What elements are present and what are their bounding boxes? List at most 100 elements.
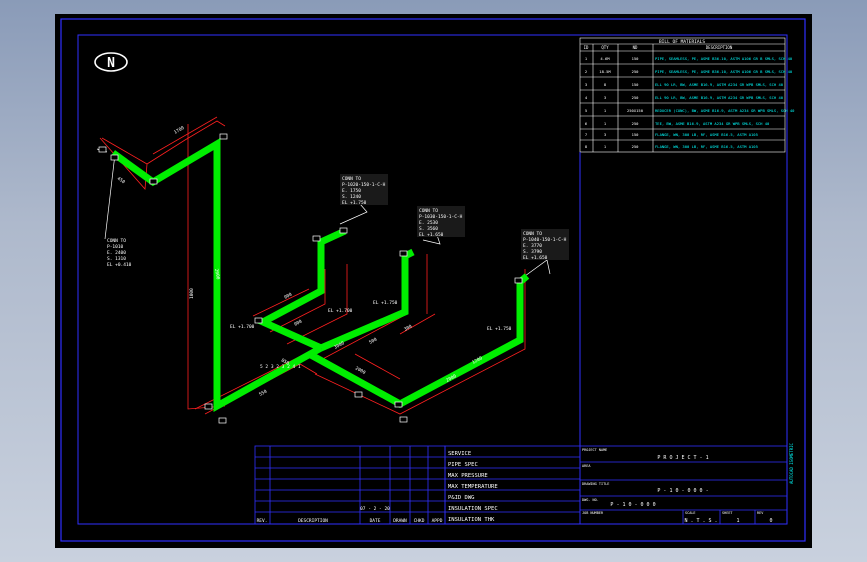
svg-text:TEE, BW, ASME B16.9, ASTM A234: TEE, BW, ASME B16.9, ASTM A234 GR WPB SM… — [655, 121, 770, 126]
svg-text:CONN TO: CONN TO — [419, 208, 438, 214]
svg-text:E. 2400: E. 2400 — [107, 250, 126, 256]
svg-text:ID: ID — [584, 45, 589, 50]
svg-text:EL +1.700: EL +1.700 — [328, 308, 353, 314]
svg-text:3: 3 — [585, 82, 587, 87]
svg-text:4.6M: 4.6M — [600, 56, 610, 61]
svg-text:P-1010: P-1010 — [107, 244, 124, 250]
svg-text:P - 1 0 - 0 0 0: P - 1 0 - 0 0 0 — [610, 502, 655, 508]
svg-text:S. 3790: S. 3790 — [523, 249, 542, 255]
svg-text:ELL 90 LR, BW, ASME B16.9, AST: ELL 90 LR, BW, ASME B16.9, ASTM A234 GR … — [655, 95, 784, 100]
callout-left: CONN TO P-1010 E. 2400 S. 1310 EL +0.410 — [107, 238, 132, 268]
svg-text:MAX TEMPERATURE: MAX TEMPERATURE — [448, 484, 498, 490]
svg-text:REDUCER (CONC), BW, ASME B16.9: REDUCER (CONC), BW, ASME B16.9, ASTM A23… — [655, 108, 795, 113]
svg-text:ND: ND — [633, 45, 638, 50]
svg-text:APPD: APPD — [432, 518, 443, 524]
svg-text:E. 1750: E. 1750 — [342, 188, 361, 194]
svg-text:550: 550 — [258, 389, 268, 398]
svg-text:SHEET: SHEET — [722, 511, 733, 515]
drawing-sheet: N CONN TO P-1010 E. 2400 S. 1310 EL +0.4… — [60, 18, 806, 542]
svg-text:PROJECT NAME: PROJECT NAME — [582, 448, 607, 452]
svg-text:CONN TO: CONN TO — [523, 231, 542, 237]
callout-c2: CONN TO P-1030-150-1-C-H E. 2530 S. 3560… — [417, 206, 465, 238]
svg-text:CONN TO: CONN TO — [107, 238, 126, 244]
pipe-route — [110, 137, 530, 412]
svg-text:1: 1 — [736, 518, 739, 524]
svg-text:250: 250 — [632, 95, 640, 100]
svg-text:DESCRIPTION: DESCRIPTION — [706, 45, 733, 50]
bom-title: BILL OF MATERIALS — [659, 39, 705, 45]
svg-text:P R O J E C T - 1: P R O J E C T - 1 — [657, 455, 708, 461]
svg-text:300: 300 — [403, 324, 413, 333]
drawing-frame: N CONN TO P-1010 E. 2400 S. 1310 EL +0.4… — [55, 14, 812, 548]
svg-text:EL +1.650: EL +1.650 — [523, 255, 548, 261]
svg-text:AREA: AREA — [582, 464, 591, 468]
svg-text:4: 4 — [585, 95, 588, 100]
svg-text:1: 1 — [585, 56, 588, 61]
svg-text:1000: 1000 — [189, 288, 195, 299]
svg-text:3: 3 — [604, 95, 606, 100]
svg-text:3: 3 — [604, 132, 606, 137]
svg-text:8: 8 — [604, 82, 607, 87]
svg-text:INSULATION THK: INSULATION THK — [448, 517, 495, 523]
svg-text:500: 500 — [368, 337, 378, 346]
svg-text:QTY: QTY — [601, 45, 609, 50]
svg-text:07 - 2 - 20: 07 - 2 - 20 — [360, 506, 390, 512]
svg-text:S. 1310: S. 1310 — [107, 256, 126, 262]
svg-text:JOB NUMBER: JOB NUMBER — [582, 511, 604, 515]
svg-text:6: 6 — [585, 121, 588, 126]
side-text: AUTOCAD ISOMETRIC — [789, 442, 794, 484]
svg-text:REV.: REV. — [257, 518, 268, 524]
svg-text:DWG. NO.: DWG. NO. — [582, 498, 599, 502]
svg-text:P&ID DWG: P&ID DWG — [448, 495, 475, 501]
svg-text:SCALE: SCALE — [685, 511, 696, 515]
svg-text:DESCRIPTION: DESCRIPTION — [298, 518, 328, 524]
svg-text:P-1040-150-1-C-H: P-1040-150-1-C-H — [523, 237, 567, 243]
svg-text:250: 250 — [632, 144, 640, 149]
spool-tag: 5 2 3 2 3 2 4 1 — [260, 364, 301, 370]
svg-text:CONN TO: CONN TO — [342, 176, 361, 182]
svg-text:1: 1 — [604, 121, 607, 126]
svg-text:250X150: 250X150 — [627, 108, 644, 113]
svg-text:450: 450 — [116, 176, 126, 186]
svg-text:PIPE, SEAMLESS, PE, ASME B36.1: PIPE, SEAMLESS, PE, ASME B36.10, ASTM A1… — [655, 56, 793, 61]
bill-of-materials: BILL OF MATERIALS ID QTY ND DESCRIPTION … — [579, 37, 795, 153]
svg-text:PIPE, SEAMLESS, PE, ASME B36.1: PIPE, SEAMLESS, PE, ASME B36.10, ASTM A1… — [655, 69, 793, 74]
svg-text:INSULATION SPEC: INSULATION SPEC — [448, 506, 498, 512]
spec-block: SERVICE PIPE SPEC MAX PRESSURE MAX TEMPE… — [444, 445, 581, 525]
svg-text:S. 1240: S. 1240 — [342, 194, 361, 200]
svg-text:1: 1 — [604, 144, 607, 149]
svg-text:5: 5 — [585, 108, 587, 113]
callout-c1: CONN TO P-1020-150-1-C-H E. 1750 S. 1240… — [340, 174, 388, 206]
svg-text:900: 900 — [293, 319, 303, 328]
svg-text:P - 1 0 - 0 0 0 -: P - 1 0 - 0 0 0 - — [657, 488, 708, 494]
svg-text:1: 1 — [604, 108, 607, 113]
svg-text:P-1020-150-1-C-H: P-1020-150-1-C-H — [342, 182, 386, 188]
svg-text:EL +0.410: EL +0.410 — [107, 262, 132, 268]
svg-text:8: 8 — [585, 144, 588, 149]
svg-text:7: 7 — [585, 132, 587, 137]
svg-text:EL +1.700: EL +1.700 — [230, 324, 255, 330]
svg-text:N . T . S .: N . T . S . — [684, 518, 717, 524]
svg-text:DRAWING TITLE: DRAWING TITLE — [582, 482, 609, 486]
svg-text:FLANGE, WN, 300 LB, RF, ASME B: FLANGE, WN, 300 LB, RF, ASME B16.5, ASTM… — [655, 132, 758, 137]
svg-text:REV: REV — [757, 511, 764, 515]
svg-text:0: 0 — [769, 518, 772, 524]
svg-text:250: 250 — [632, 121, 640, 126]
svg-text:EL +1.750: EL +1.750 — [342, 200, 367, 206]
svg-text:18.5M: 18.5M — [599, 69, 611, 74]
svg-text:150: 150 — [632, 82, 640, 87]
svg-text:DATE: DATE — [370, 518, 381, 524]
svg-text:2: 2 — [585, 69, 587, 74]
svg-text:P-1030-150-1-C-H: P-1030-150-1-C-H — [419, 214, 463, 220]
svg-text:PIPE SPEC: PIPE SPEC — [448, 462, 478, 468]
svg-text:EL +1.750: EL +1.750 — [373, 300, 398, 306]
svg-text:S. 3560: S. 3560 — [419, 226, 438, 232]
svg-text:SERVICE: SERVICE — [448, 451, 471, 457]
svg-text:ELL 90 LR, BW, ASME B16.9, AST: ELL 90 LR, BW, ASME B16.9, ASTM A234 GR … — [655, 82, 784, 87]
svg-text:E. 3770: E. 3770 — [523, 243, 542, 249]
svg-text:900: 900 — [283, 292, 293, 301]
svg-text:DRAWN: DRAWN — [393, 518, 407, 524]
svg-text:150: 150 — [632, 56, 640, 61]
svg-text:MAX PRESSURE: MAX PRESSURE — [448, 473, 488, 479]
north-arrow-icon: N — [94, 52, 128, 72]
